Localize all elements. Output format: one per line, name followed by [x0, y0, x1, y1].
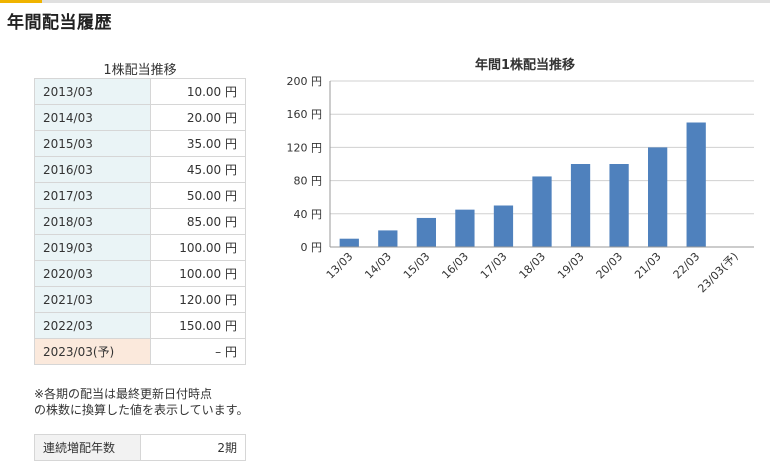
table-row: 2019/03 100.00 円: [34, 234, 246, 261]
table-row: 2014/03 20.00 円: [34, 104, 246, 131]
table-row: 2018/03 85.00 円: [34, 208, 246, 235]
year-cell: 2016/03: [34, 156, 151, 183]
x-tick-label: 14/03: [362, 250, 394, 282]
table-row: 2013/03 10.00 円: [34, 78, 246, 105]
year-cell: 2015/03: [34, 130, 151, 157]
x-tick-label: 18/03: [517, 250, 549, 282]
bar-layer: [339, 122, 706, 247]
y-tick-label: 0 円: [301, 241, 323, 254]
y-tick-label: 200 円: [287, 75, 323, 88]
dividend-cell: 100.00 円: [150, 234, 246, 261]
bar: [532, 176, 552, 247]
dividend-bar-chart: 0 円 40 円 80 円 120 円 160 円 200 円 13/03 14/03 15/0…: [287, 75, 754, 295]
dividend-cell: 20.00 円: [150, 104, 246, 131]
table-row: 連続増配年数 2期: [34, 434, 246, 461]
dividend-note: ※各期の配当は最終更新日付時点 の株数に換算した値を表示しています。: [34, 386, 274, 418]
bar: [493, 205, 514, 247]
table-row: 2015/03 35.00 円: [34, 130, 246, 157]
year-cell: 2017/03: [34, 182, 151, 209]
x-tick-label: 21/03: [632, 250, 664, 282]
x-tick-label: 13/03: [324, 250, 356, 282]
bar: [339, 238, 359, 247]
page-title: 年間配当履歴: [7, 13, 112, 33]
dividend-streak-table: 連続増配年数 2期: [34, 434, 246, 461]
top-accent-bar: [0, 0, 42, 3]
table-row: 2021/03 120.00 円: [34, 286, 246, 313]
dividend-cell: 150.00 円: [150, 312, 246, 339]
year-cell: 2014/03: [34, 104, 151, 131]
bar: [378, 230, 398, 247]
note-line-1: ※各期の配当は最終更新日付時点: [34, 387, 213, 401]
table-row: 2016/03 45.00 円: [34, 156, 246, 183]
y-tick-label: 80 円: [294, 175, 323, 188]
x-tick-label: 22/03: [671, 250, 703, 282]
bar: [648, 147, 668, 247]
dividend-cell: 50.00 円: [150, 182, 246, 209]
dividend-table-caption: 1株配当推移: [103, 63, 177, 78]
axis-layer: 0 円 40 円 80 円 120 円 160 円 200 円 13/03 14/03 15/0…: [287, 75, 754, 295]
x-tick-label: 19/03: [555, 250, 587, 282]
x-tick-label: 17/03: [478, 250, 510, 282]
dividend-cell: 120.00 円: [150, 286, 246, 313]
bar: [416, 217, 436, 247]
dividend-cell: 35.00 円: [150, 130, 246, 157]
dividend-cell: 10.00 円: [150, 78, 246, 105]
dividend-history-table: 2013/03 10.00 円 2014/03 20.00 円 2015/03 …: [34, 78, 246, 365]
bar: [570, 164, 591, 247]
year-cell: 2022/03: [34, 312, 151, 339]
y-tick-label: 120 円: [287, 141, 323, 154]
y-tick-label: 160 円: [287, 108, 323, 121]
x-tick-label: 16/03: [439, 250, 471, 282]
year-cell: 2013/03: [34, 78, 151, 105]
dividend-cell: 45.00 円: [150, 156, 246, 183]
y-tick-label: 40 円: [294, 208, 323, 221]
streak-label: 連続増配年数: [34, 434, 141, 461]
note-line-2: の株数に換算した値を表示しています。: [34, 403, 249, 417]
streak-value: 2期: [140, 434, 246, 461]
table-row-forecast: 2023/03(予) – 円: [34, 338, 246, 365]
dividend-cell-forecast: – 円: [150, 338, 246, 365]
year-cell: 2020/03: [34, 260, 151, 287]
dividend-cell: 85.00 円: [150, 208, 246, 235]
year-cell: 2019/03: [34, 234, 151, 261]
table-row: 2017/03 50.00 円: [34, 182, 246, 209]
table-row: 2020/03 100.00 円: [34, 260, 246, 287]
table-row: 2022/03 150.00 円: [34, 312, 246, 339]
x-tick-label: 15/03: [401, 250, 433, 282]
top-rule: [0, 0, 770, 3]
bar: [686, 122, 706, 247]
x-tick-label: 23/03(予): [695, 250, 740, 295]
year-cell: 2018/03: [34, 208, 151, 235]
year-cell-forecast: 2023/03(予): [34, 338, 151, 365]
year-cell: 2021/03: [34, 286, 151, 313]
dividend-cell: 100.00 円: [150, 260, 246, 287]
bar: [609, 164, 629, 247]
bar: [455, 209, 475, 247]
x-tick-label: 20/03: [594, 250, 626, 282]
